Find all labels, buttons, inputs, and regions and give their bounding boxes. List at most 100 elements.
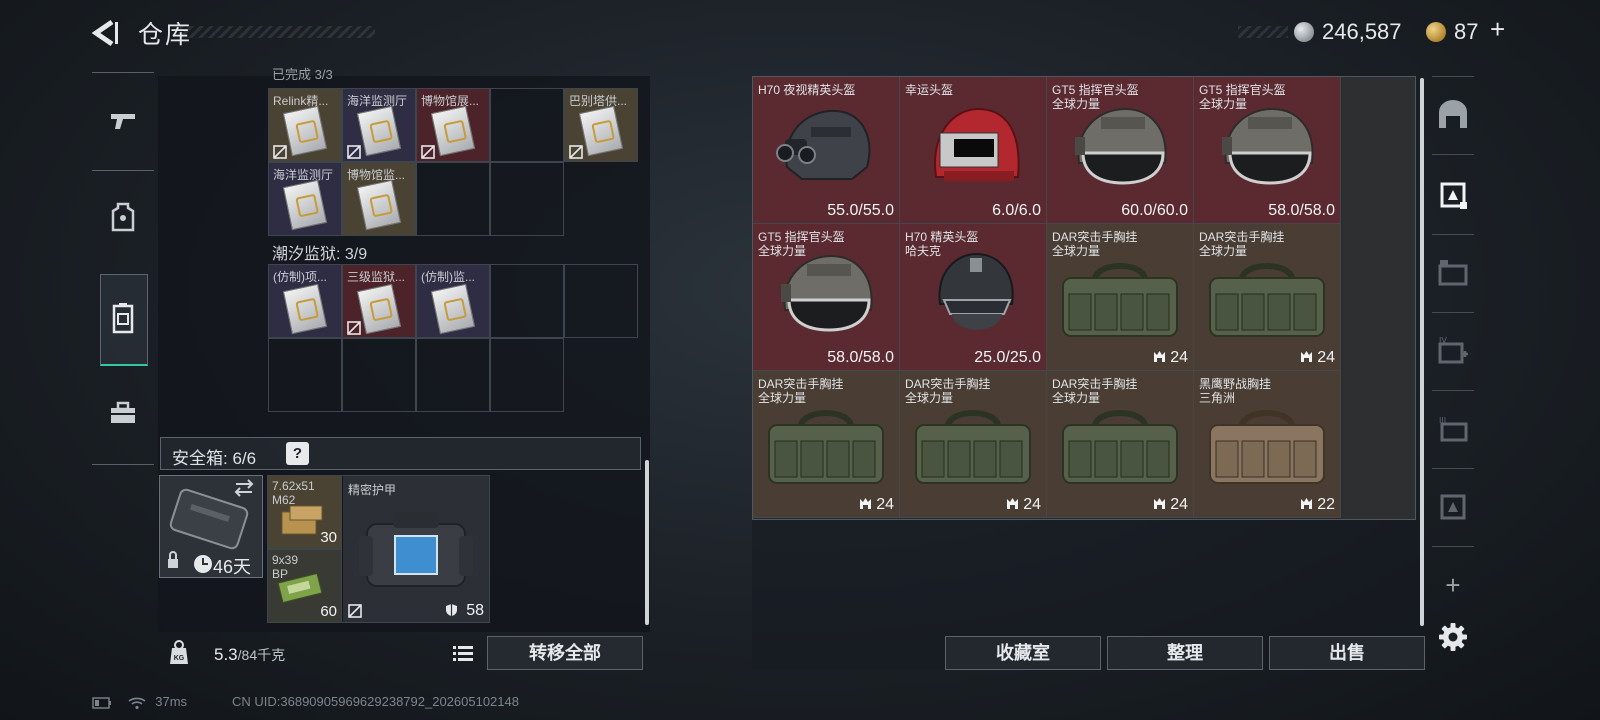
list-view-button[interactable] — [447, 638, 479, 668]
svg-text:III: III — [1439, 416, 1446, 425]
grid-cell — [564, 264, 638, 338]
gold-currency-amount: 87 — [1454, 19, 1479, 44]
nav-toolbox[interactable] — [92, 368, 154, 458]
helmet-icon — [1208, 97, 1328, 202]
nav-collectibles[interactable] — [92, 274, 154, 364]
sort-button[interactable]: 整理 — [1107, 636, 1263, 670]
collectible-item[interactable]: 三级监狱... — [343, 265, 415, 337]
pistol-icon — [111, 114, 135, 129]
nav-equipment[interactable] — [92, 172, 154, 262]
capacity-value: 24 — [1023, 496, 1041, 513]
sell-button[interactable]: 出售 — [1269, 636, 1425, 670]
list-icon — [453, 646, 473, 661]
add-currency-button[interactable]: + — [1490, 14, 1505, 45]
item-durability: 58.0/58.0 — [827, 349, 894, 366]
weight-max: /84千克 — [237, 647, 286, 663]
slots-icon — [860, 498, 872, 509]
rail-divider — [1432, 390, 1474, 391]
warehouse-item[interactable]: H70 精英头盔 哈夫克 25.0/25.0 — [900, 224, 1047, 371]
rail-tab-weapons-case[interactable] — [1428, 244, 1478, 302]
armor-name: 精密护甲 — [348, 483, 397, 497]
warehouse-item[interactable]: DAR突击手胸挂 全球力量 24 — [900, 371, 1047, 518]
collectible-item[interactable]: (仿制)项... — [269, 265, 341, 337]
item-name: (仿制)监... — [421, 270, 475, 284]
ammo-box-icon — [281, 505, 323, 535]
warehouse-item[interactable]: DAR突击手胸挂 全球力量 24 — [1047, 224, 1194, 371]
warehouse-item[interactable]: DAR突击手胸挂 全球力量 24 — [753, 371, 900, 518]
ammo-item[interactable]: 9x39 BP 60 — [268, 550, 341, 622]
collectible-item[interactable]: 博物馆展... — [417, 89, 489, 161]
safebox-capacity-label: 安全箱: 6/6 — [172, 449, 257, 468]
rail-divider — [1432, 76, 1474, 77]
item-name: 幸运头盔 — [905, 83, 954, 97]
item-name: (仿制)项... — [273, 270, 327, 284]
transfer-all-button[interactable]: 转移全部 — [487, 636, 643, 670]
collectible-item[interactable]: 巴别塔供... — [565, 89, 637, 161]
grid-cell — [490, 338, 564, 412]
collectible-item[interactable]: 海洋监测厅 — [269, 163, 341, 235]
collectible-item[interactable]: 海洋监测厅 — [343, 89, 415, 161]
nav-divider — [92, 72, 154, 73]
weight-icon: KG — [170, 640, 188, 664]
keycard-icon — [282, 179, 328, 231]
warehouse-scrollbar[interactable] — [1420, 78, 1424, 626]
collectible-item[interactable]: (仿制)监... — [417, 265, 489, 337]
armor-vest-icon — [111, 202, 135, 232]
grid-cell — [416, 162, 490, 236]
grid-cell — [342, 338, 416, 412]
keycard-icon — [356, 105, 402, 157]
wifi-icon — [128, 697, 146, 709]
settings-button[interactable] — [1428, 608, 1478, 666]
safebox-help-button[interactable]: ? — [286, 442, 309, 465]
warehouse-item[interactable]: GT5 指挥官头盔 全球力量 58.0/58.0 — [753, 224, 900, 371]
collectible-item[interactable]: 博物馆监... — [343, 163, 415, 235]
weight-current: 5.3 — [214, 645, 238, 664]
item-name: 博物馆监... — [347, 168, 406, 182]
rail-tab-gear-active[interactable] — [1428, 166, 1478, 224]
collectible-item[interactable]: Relink精... — [269, 89, 341, 161]
item-capacity: 22 — [1300, 496, 1335, 514]
ammo-box-icon — [277, 574, 323, 604]
no-transfer-icon — [348, 604, 362, 618]
currency-decoration — [1238, 26, 1288, 38]
keycard-icon — [578, 105, 624, 157]
backpack-scrollbar[interactable] — [645, 460, 649, 625]
ammo-count: 30 — [320, 529, 337, 546]
rail-add-tab-button[interactable]: + — [1428, 556, 1478, 614]
item-durability: 58.0/58.0 — [1268, 202, 1335, 219]
nav-weapons[interactable] — [92, 76, 154, 166]
helmet-icon — [914, 244, 1034, 349]
grid-cell — [490, 264, 564, 338]
back-button[interactable] — [90, 18, 120, 48]
storage-expansion-icon: III — [1439, 416, 1468, 442]
armor-item[interactable]: 精密护甲 58 — [343, 476, 489, 622]
rail-tab-expand-2[interactable] — [1428, 478, 1478, 536]
item-name: H70 夜视精英头盔 — [758, 83, 856, 97]
category-nav — [92, 72, 154, 472]
rail-divider — [1432, 234, 1474, 235]
warehouse-item[interactable]: 幸运头盔 6.0/6.0 — [900, 77, 1047, 224]
toolbox-icon — [111, 401, 135, 423]
no-transfer-icon — [421, 145, 435, 159]
capacity-value: 24 — [1170, 496, 1188, 513]
keycard-icon — [356, 179, 402, 231]
capacity-value: 22 — [1317, 496, 1335, 513]
no-transfer-icon — [569, 145, 583, 159]
no-transfer-icon — [273, 145, 287, 159]
rail-tab-expand-4[interactable]: IV — [1428, 322, 1478, 380]
warehouse-item[interactable]: H70 夜视精英头盔 55.0/55.0 — [753, 77, 900, 224]
grid-cell — [490, 88, 564, 162]
warehouse-item[interactable]: DAR突击手胸挂 全球力量 24 — [1194, 224, 1341, 371]
warehouse-item[interactable]: GT5 指挥官头盔 全球力量 60.0/60.0 — [1047, 77, 1194, 224]
storage-expansion-icon — [1440, 494, 1466, 520]
item-durability: 55.0/55.0 — [827, 202, 894, 219]
grid-cell — [490, 162, 564, 236]
warehouse-item[interactable]: DAR突击手胸挂 全球力量 24 — [1047, 371, 1194, 518]
rail-tab-storage[interactable] — [1428, 86, 1478, 144]
capacity-value: 24 — [1317, 349, 1335, 366]
warehouse-item[interactable]: 黑鹰野战胸挂 三角洲 22 — [1194, 371, 1341, 518]
warehouse-item[interactable]: GT5 指挥官头盔 全球力量 58.0/58.0 — [1194, 77, 1341, 224]
collection-room-button[interactable]: 收藏室 — [945, 636, 1101, 670]
rail-tab-expand-3[interactable]: III — [1428, 400, 1478, 458]
ammo-item[interactable]: 7.62x51 M62 30 — [268, 476, 341, 548]
